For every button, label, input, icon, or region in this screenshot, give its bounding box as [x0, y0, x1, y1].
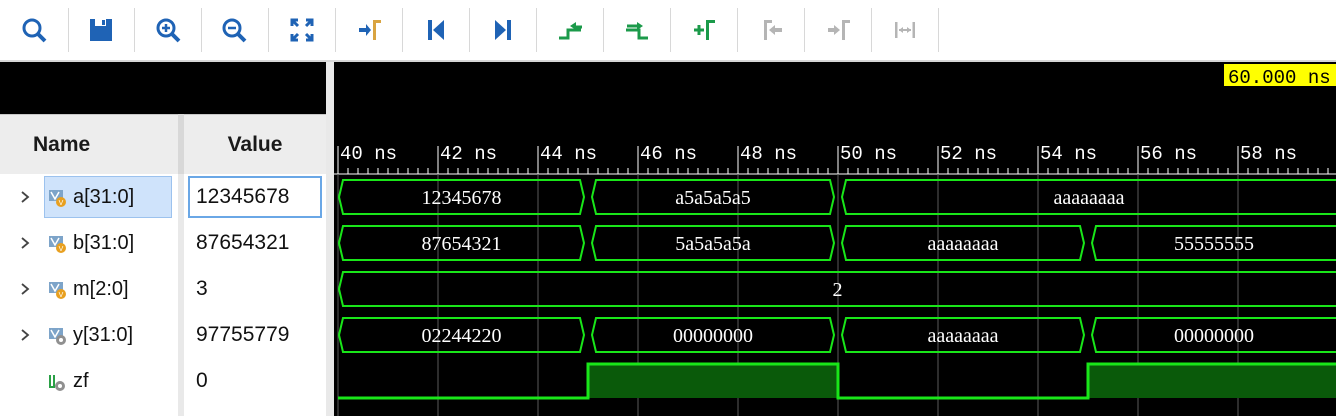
go-to-time-0-icon[interactable]: [416, 8, 456, 52]
next-marker-icon[interactable]: [818, 8, 858, 52]
bus-value-label: 55555555: [1174, 233, 1254, 255]
svg-text:V: V: [59, 200, 64, 207]
bus-value-label: aaaaaaaa: [927, 325, 998, 347]
next-transition-icon[interactable]: [617, 8, 657, 52]
cursor-time-label: 60.000 ns: [1228, 67, 1331, 89]
timeline-tick-label: 58 ns: [1240, 143, 1297, 165]
timeline-tick-label: 54 ns: [1040, 143, 1097, 165]
bus-input-icon: V: [49, 282, 66, 299]
signal-row-m[interactable]: V m[2:0]: [0, 266, 178, 312]
bus-input-icon: V: [49, 190, 66, 207]
timeline-tick-label: 40 ns: [340, 143, 397, 165]
chevron-right-icon[interactable]: [18, 282, 32, 296]
signal-value: 3: [196, 277, 208, 300]
bit-output-icon: [49, 375, 65, 391]
signal-name: zf: [73, 369, 89, 392]
timeline-tick-label: 46 ns: [640, 143, 697, 165]
chevron-right-icon[interactable]: [18, 328, 32, 342]
bus-value-label: 12345678: [422, 187, 502, 209]
signal-row-zf[interactable]: zf: [0, 358, 178, 404]
go-to-last-time-icon[interactable]: [483, 8, 523, 52]
bus-value-label: a5a5a5a5: [675, 187, 751, 209]
bus-value-label: 00000000: [1174, 325, 1254, 347]
bit-high-fill: [588, 364, 838, 398]
zoom-fit-icon[interactable]: [282, 8, 322, 52]
signal-name: a[31:0]: [73, 185, 135, 208]
timeline-tick-label: 48 ns: [740, 143, 797, 165]
value-row[interactable]: 3: [184, 266, 326, 312]
bit-high-fill: [1088, 364, 1336, 398]
value-column-header[interactable]: Value: [184, 114, 326, 175]
bus-value-label: 2: [833, 279, 843, 301]
value-row[interactable]: 97755779: [184, 312, 326, 358]
previous-marker-icon[interactable]: [751, 8, 791, 52]
bus-input-icon: V: [49, 236, 66, 253]
chevron-right-icon[interactable]: [18, 190, 32, 204]
bus-value-label: 00000000: [673, 325, 753, 347]
zoom-out-icon[interactable]: [214, 8, 254, 52]
waveform-canvas[interactable]: 60.000 ns 40 ns 42 ns 44 ns 46 ns 48 ns 50 ns 5…: [334, 62, 1336, 416]
svg-text:V: V: [59, 292, 64, 299]
timeline-tick-label: 44 ns: [540, 143, 597, 165]
zoom-in-icon[interactable]: [148, 8, 188, 52]
signal-value: 12345678: [196, 185, 290, 208]
signal-name: b[31:0]: [73, 231, 135, 254]
value-row[interactable]: 0: [184, 358, 326, 404]
timeline-tick-label: 52 ns: [940, 143, 997, 165]
name-column-header[interactable]: Name: [0, 114, 178, 174]
zoom-search-icon[interactable]: [14, 8, 54, 52]
waveform-panel[interactable]: 60.000 ns 40 ns 42 ns 44 ns 46 ns 48 ns 50 ns 5…: [334, 62, 1336, 416]
bus-value-label: aaaaaaaa: [927, 233, 998, 255]
bus-value-label: 87654321: [422, 233, 502, 255]
svg-text:V: V: [59, 246, 64, 253]
signal-name: m[2:0]: [73, 277, 129, 300]
timeline-tick-label: 56 ns: [1140, 143, 1197, 165]
signal-values-list: 12345678 87654321 3 97755779 0: [184, 174, 326, 416]
timeline-tick-label: 50 ns: [840, 143, 897, 165]
save-icon[interactable]: [81, 8, 121, 52]
signal-row-a[interactable]: V a[31:0]: [0, 174, 178, 220]
names-header-spacer: [0, 62, 326, 114]
signal-row-y[interactable]: y[31:0]: [0, 312, 178, 358]
signal-value: 97755779: [196, 323, 290, 346]
timeline-tick-label: 42 ns: [440, 143, 497, 165]
signal-row-b[interactable]: V b[31:0]: [0, 220, 178, 266]
bus-value-label: aaaaaaaa: [1053, 187, 1124, 209]
toolbar: [0, 0, 1336, 62]
go-to-cursor-icon[interactable]: [349, 8, 389, 52]
bus-value-label: 5a5a5a5a: [675, 233, 751, 255]
bus-output-icon: [49, 328, 66, 345]
bus-value-label: 02244220: [422, 325, 502, 347]
signal-names-list: V a[31:0] V b[31:0] V m[2:0] y[31:0] zf: [0, 174, 178, 416]
add-marker-icon[interactable]: [684, 8, 724, 52]
signal-value: 0: [196, 369, 208, 392]
chevron-right-icon[interactable]: [18, 236, 32, 250]
value-row[interactable]: 87654321: [184, 220, 326, 266]
signal-name: y[31:0]: [73, 323, 134, 346]
signal-value: 87654321: [196, 231, 290, 254]
value-row[interactable]: 12345678: [184, 174, 326, 220]
swap-cursors-icon[interactable]: [885, 8, 925, 52]
panel-splitter[interactable]: [326, 62, 334, 416]
previous-transition-icon[interactable]: [550, 8, 590, 52]
